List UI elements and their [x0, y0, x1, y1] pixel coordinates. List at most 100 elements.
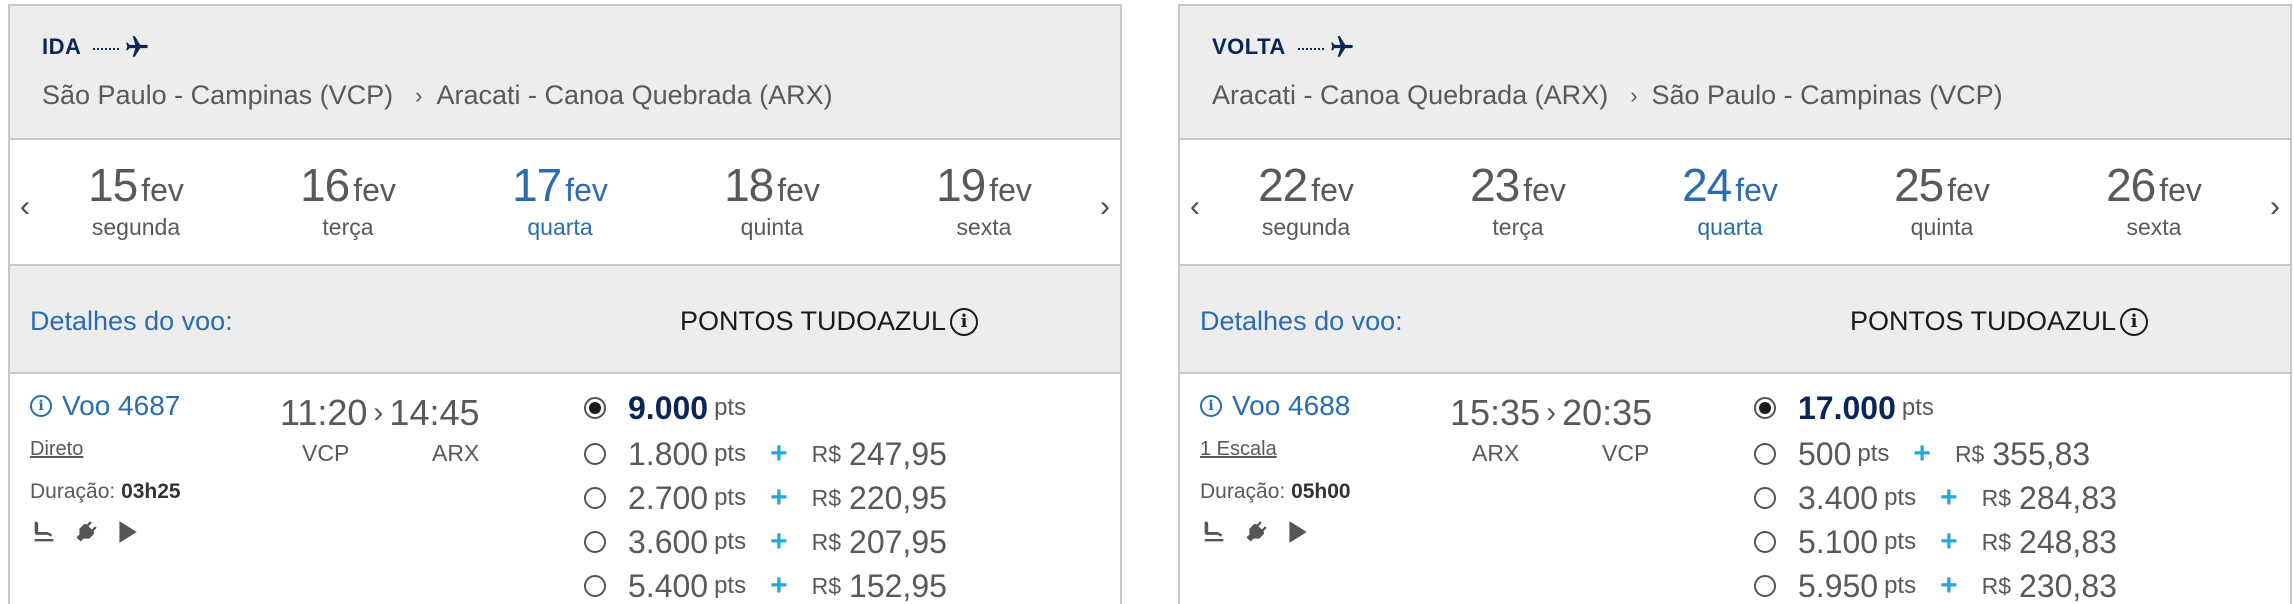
fare-option[interactable]: 1.800 pts + R$ 247,95: [584, 432, 947, 476]
play-icon: [119, 521, 137, 543]
radio-button[interactable]: [1754, 531, 1776, 553]
outbound-header: IDA São Paulo - Campinas (VCP) › Aracati…: [10, 6, 1120, 140]
flight-number-text[interactable]: Voo 4688: [1232, 390, 1350, 422]
stops-link[interactable]: Direto: [30, 438, 83, 461]
radio-button[interactable]: [584, 531, 606, 553]
date-month: fev: [1947, 172, 1990, 208]
flight-details-label: Detalhes do voo:: [1200, 306, 1403, 336]
radio-button[interactable]: [1754, 397, 1776, 419]
route-destination: São Paulo - Campinas (VCP): [1651, 80, 2003, 110]
inbound-panel: VOLTA Aracati - Canoa Quebrada (ARX) › S…: [1178, 4, 2292, 604]
depart-time: 15:35: [1450, 392, 1541, 433]
date-month: fev: [989, 172, 1032, 208]
duration-label: Duração:: [1200, 480, 1286, 503]
date-option[interactable]: 26 fev sexta: [2054, 158, 2254, 241]
flight-times: 15:35 › 20:35: [1450, 392, 1652, 434]
date-month: fev: [2159, 172, 2202, 208]
fare-money: 284,83: [2019, 479, 2117, 516]
date-day: 15: [88, 159, 138, 211]
date-day: 25: [1894, 159, 1944, 211]
chevron-left-icon[interactable]: ‹: [20, 190, 30, 224]
chevron-right-icon[interactable]: ›: [1100, 190, 1110, 224]
details-bar: Detalhes do voo: PONTOS TUDOAZUL i: [10, 266, 1120, 374]
info-icon[interactable]: i: [30, 395, 52, 417]
fare-option[interactable]: 9.000 pts: [584, 384, 947, 432]
radio-button[interactable]: [584, 487, 606, 509]
date-month: fev: [1735, 172, 1778, 208]
date-option[interactable]: 18 fev quinta: [672, 158, 872, 241]
route-origin: São Paulo - Campinas (VCP): [42, 80, 394, 110]
flight-number[interactable]: i Voo 4687: [30, 390, 180, 422]
stops-link[interactable]: 1 Escala: [1200, 438, 1277, 461]
date-option-selected[interactable]: 24 fev quarta: [1630, 158, 1830, 241]
fare-option[interactable]: 2.700 pts + R$ 220,95: [584, 476, 947, 520]
route: Aracati - Canoa Quebrada (ARX) › São Pau…: [1212, 80, 2003, 111]
info-icon[interactable]: i: [950, 307, 979, 336]
date-option[interactable]: 19 fev sexta: [884, 158, 1084, 241]
radio-button[interactable]: [584, 575, 606, 597]
date-month: fev: [1523, 172, 1566, 208]
radio-button[interactable]: [1754, 443, 1776, 465]
duration-value: 03h25: [121, 480, 181, 503]
fare-unit: pts: [1884, 572, 1917, 599]
airplane-icon: [126, 36, 149, 57]
fare-currency: R$: [1981, 572, 2012, 599]
power-plug-icon: [1246, 521, 1267, 542]
info-icon[interactable]: i: [1200, 395, 1222, 417]
fare-option[interactable]: 3.600 pts + R$ 207,95: [584, 520, 947, 564]
fare-option[interactable]: 5.400 pts + R$ 152,95: [584, 564, 947, 604]
route: São Paulo - Campinas (VCP) › Aracati - C…: [42, 80, 833, 111]
fare-unit: pts: [1857, 440, 1890, 467]
fare-money: 152,95: [849, 567, 947, 604]
date-option[interactable]: 22 fev segunda: [1206, 158, 1406, 241]
direction-text: IDA: [42, 34, 82, 59]
direction-label: IDA: [42, 34, 151, 60]
amenities: [30, 518, 140, 546]
radio-button[interactable]: [584, 443, 606, 465]
date-option[interactable]: 16 fev terça: [248, 158, 448, 241]
flight-number-text[interactable]: Voo 4687: [62, 390, 180, 422]
fare-unit: pts: [714, 440, 747, 467]
fare-points: 5.950: [1798, 567, 1879, 604]
date-option[interactable]: 25 fev quinta: [1842, 158, 2042, 241]
fare-options: 17.000 pts 500 pts + R$ 355,83 3.400 pts + R…: [1754, 384, 2117, 604]
flight-number[interactable]: i Voo 4688: [1200, 390, 1350, 422]
date-month: fev: [141, 172, 184, 208]
fare-currency: R$: [1981, 484, 2012, 511]
fare-points: 500: [1798, 435, 1852, 472]
fare-option[interactable]: 5.950 pts + R$ 230,83: [1754, 564, 2117, 604]
radio-button[interactable]: [584, 397, 606, 419]
duration: Duração: 05h00: [1200, 480, 1351, 504]
fare-option[interactable]: 3.400 pts + R$ 284,83: [1754, 476, 2117, 520]
date-option-selected[interactable]: 17 fev quarta: [460, 158, 660, 241]
date-day: 26: [2106, 159, 2156, 211]
fare-money: 248,83: [2019, 523, 2117, 560]
fare-option[interactable]: 17.000 pts: [1754, 384, 2117, 432]
date-weekday: quinta: [1910, 214, 1974, 240]
plus-icon: +: [770, 525, 788, 558]
fare-money: 220,95: [849, 479, 947, 516]
date-day: 17: [512, 159, 562, 211]
radio-button[interactable]: [1754, 487, 1776, 509]
date-weekday: quarta: [527, 214, 593, 240]
chevron-right-icon: ›: [415, 82, 423, 108]
airplane-icon: [1330, 36, 1353, 57]
date-weekday: sexta: [956, 214, 1012, 240]
flight-details-label: Detalhes do voo:: [30, 306, 233, 336]
date-option[interactable]: 15 fev segunda: [36, 158, 236, 241]
plus-icon: +: [1940, 481, 1958, 514]
radio-button[interactable]: [1754, 575, 1776, 597]
info-icon[interactable]: i: [2120, 307, 2149, 336]
date-day: 18: [724, 159, 774, 211]
arrive-time: 20:35: [1562, 392, 1653, 433]
fare-option[interactable]: 500 pts + R$ 355,83: [1754, 432, 2117, 476]
chevron-left-icon[interactable]: ‹: [1190, 190, 1200, 224]
fare-unit: pts: [714, 484, 747, 511]
inbound-header: VOLTA Aracati - Canoa Quebrada (ARX) › S…: [1180, 6, 2290, 140]
date-day: 23: [1470, 159, 1520, 211]
fare-option[interactable]: 5.100 pts + R$ 248,83: [1754, 520, 2117, 564]
date-day: 16: [300, 159, 350, 211]
chevron-right-icon[interactable]: ›: [2270, 190, 2280, 224]
date-selector: ‹ 15 fev segunda 16 fev terça 17 fev quarta…: [10, 140, 1120, 266]
date-option[interactable]: 23 fev terça: [1418, 158, 1618, 241]
